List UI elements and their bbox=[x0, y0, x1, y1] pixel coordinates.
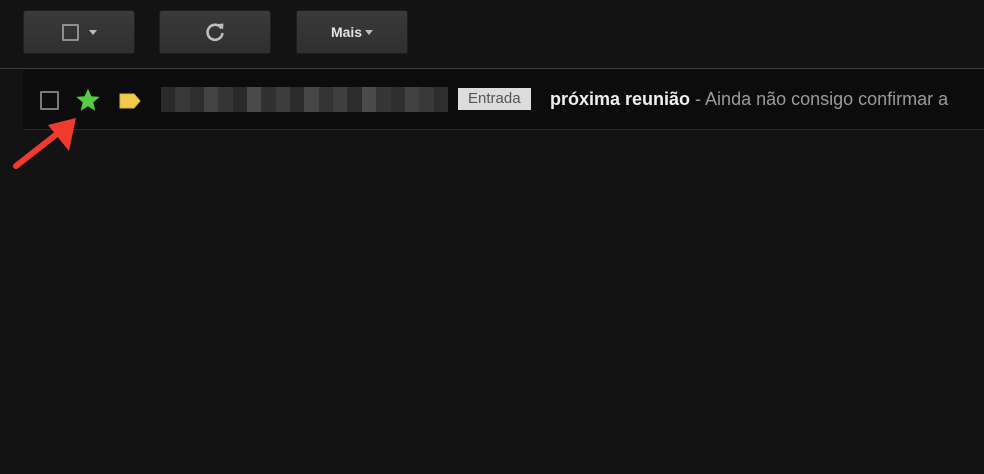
checkbox-icon bbox=[61, 23, 79, 41]
more-actions-button[interactable]: Mais bbox=[296, 10, 408, 54]
arrow-shaft bbox=[13, 127, 65, 169]
label-tag-shape bbox=[119, 93, 141, 109]
refresh-button[interactable] bbox=[159, 10, 271, 54]
email-row[interactable]: Entrada próxima reunião - Ainda não cons… bbox=[23, 70, 984, 130]
toolbar-divider bbox=[0, 68, 984, 69]
star-shape bbox=[76, 88, 100, 111]
chevron-down-icon bbox=[365, 29, 374, 35]
select-all-dropdown-button[interactable] bbox=[23, 10, 135, 54]
row-checkbox[interactable] bbox=[40, 91, 59, 110]
subject-line[interactable]: próxima reunião - Ainda não consigo conf… bbox=[550, 88, 948, 110]
sender-name-pixelated bbox=[161, 87, 448, 112]
folder-badge[interactable]: Entrada bbox=[458, 88, 531, 110]
email-subject: próxima reunião bbox=[550, 89, 691, 109]
annotation-arrow-icon bbox=[13, 118, 76, 169]
email-snippet: - Ainda não consigo confirmar a bbox=[690, 89, 949, 109]
chevron-down-icon bbox=[88, 29, 97, 35]
refresh-icon bbox=[206, 23, 224, 42]
label-tag-icon[interactable] bbox=[118, 93, 142, 109]
toolbar: Mais bbox=[0, 0, 984, 68]
more-label: Mais bbox=[330, 24, 363, 40]
